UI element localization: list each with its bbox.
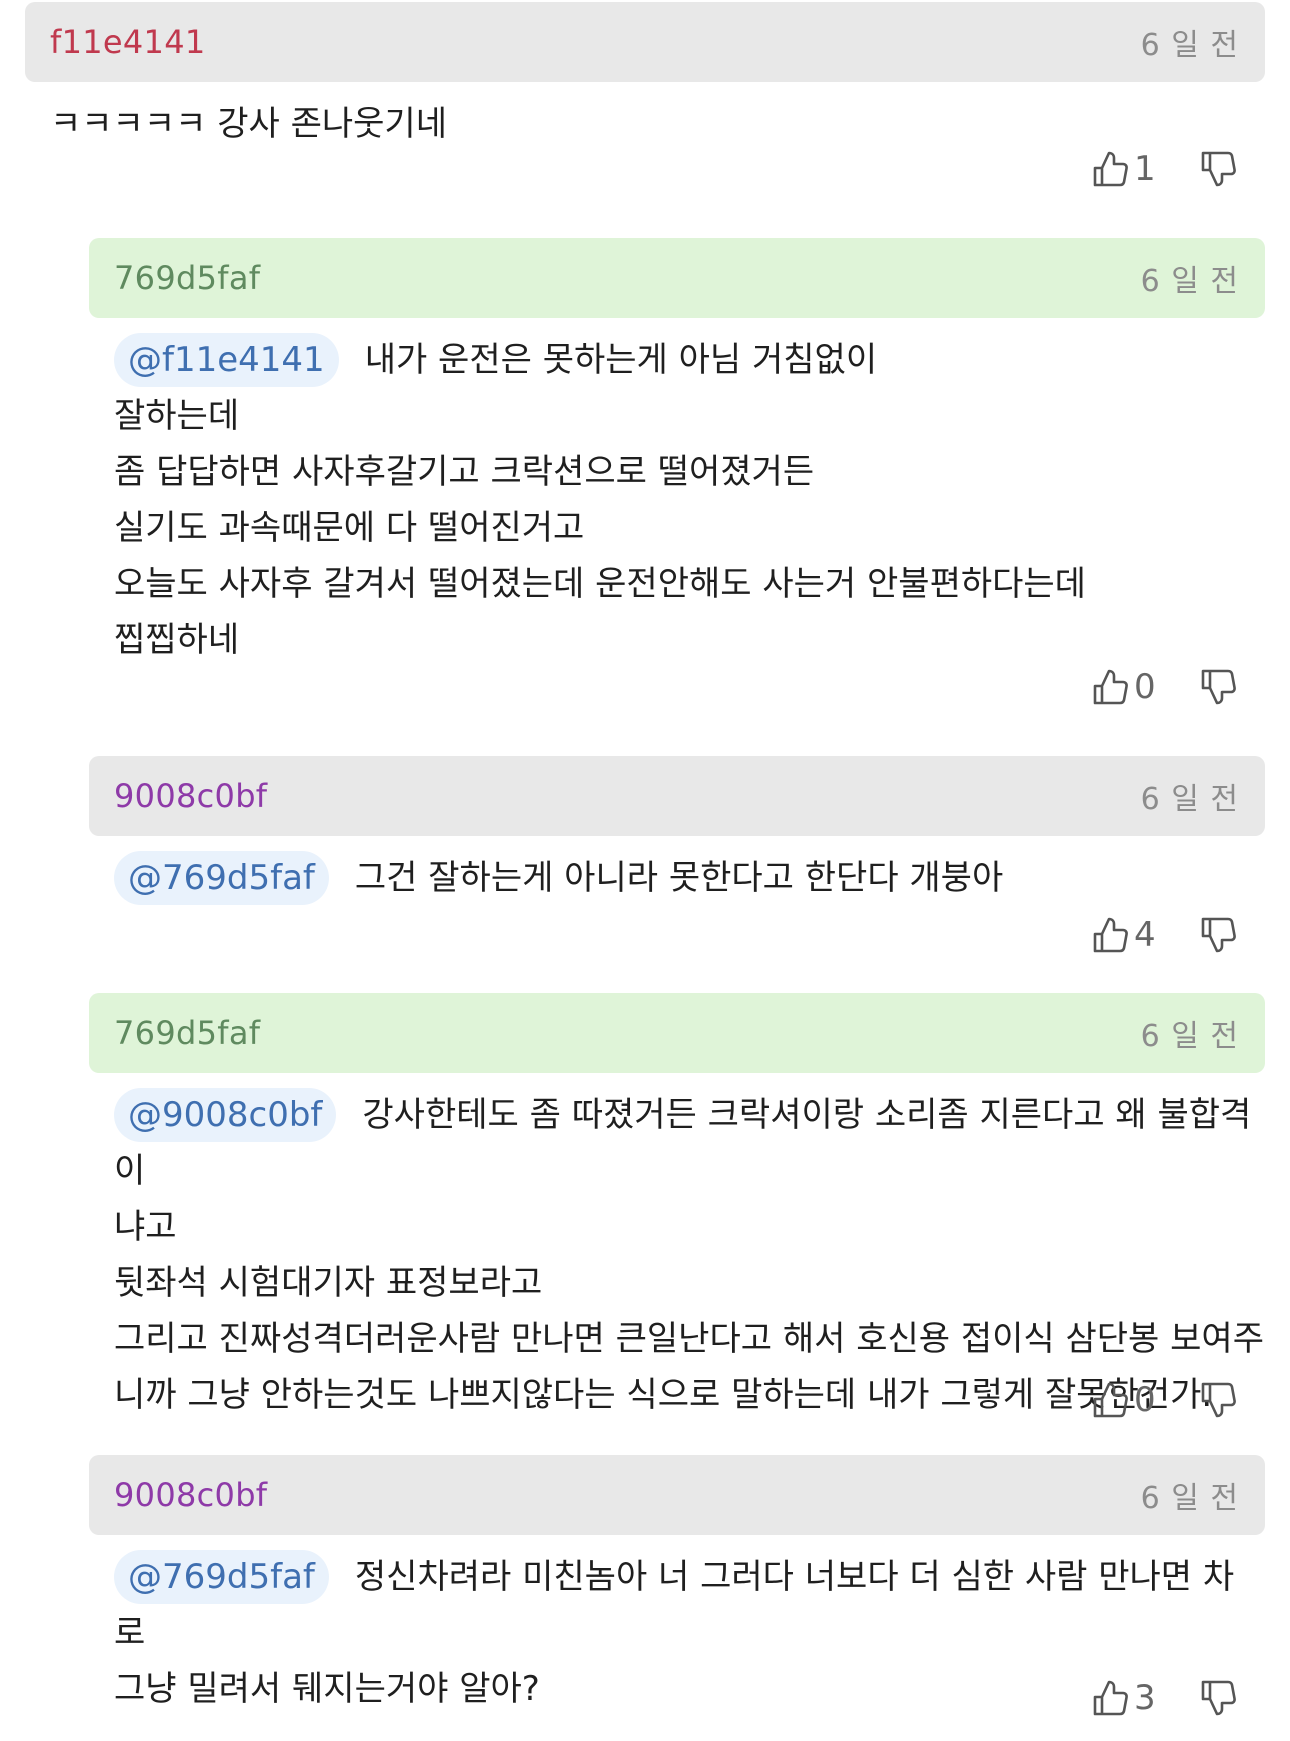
thumbs-down-icon[interactable] <box>1198 915 1238 955</box>
like-count: 0 <box>1134 667 1156 707</box>
reply-comment: 769d5faf 6 일 전 @f11e4141 내가 운전은 못하는게 아님 거… <box>89 238 1265 728</box>
timestamp: 6 일 전 <box>1140 1481 1239 1516</box>
comment-header: 9008c0bf 6 일 전 <box>89 756 1265 836</box>
timestamp: 6 일 전 <box>1140 1019 1239 1054</box>
comment-line: ㅋㅋㅋㅋㅋ 강사 존나웃기네 <box>50 104 447 144</box>
timestamp: 6 일 전 <box>1140 782 1239 817</box>
mention-tag[interactable]: @f11e4141 <box>114 333 339 387</box>
vote-bar: 0 <box>1090 1375 1238 1425</box>
comment-line: 좀 답답하면 사자후갈기고 크락션으로 떨어졌거든 <box>114 452 815 492</box>
thumbs-down-icon[interactable] <box>1198 1678 1238 1718</box>
comment-line: 실기도 과속때문에 다 떨어진거고 <box>114 508 585 548</box>
vote-bar: 3 <box>1090 1673 1238 1723</box>
comment-line: 냐고 <box>114 1207 177 1247</box>
vote-bar: 0 <box>1090 662 1238 712</box>
comment-body: @769d5faf 그건 잘하는게 아니라 못한다고 한단다 개붕아 <box>114 850 1265 906</box>
comment-thread: f11e4141 6 일 전 ㅋㅋㅋㅋㅋ 강사 존나웃기네 1 769d5faf… <box>0 0 1290 1741</box>
comment-line: @9008c0bf 강사한테도 좀 따졌거든 크락셔이랑 소리좀 지른다고 왜 불… <box>114 1087 1265 1199</box>
mention-tag[interactable]: @769d5faf <box>114 851 329 905</box>
like-count: 0 <box>1134 1380 1156 1420</box>
mention-tag[interactable]: @9008c0bf <box>114 1088 337 1142</box>
username[interactable]: 9008c0bf <box>114 777 267 815</box>
mention-tag[interactable]: @769d5faf <box>114 1550 329 1604</box>
timestamp: 6 일 전 <box>1140 28 1239 63</box>
vote-bar: 4 <box>1090 910 1238 960</box>
thumbs-down-icon[interactable] <box>1198 1380 1238 1420</box>
comment-line: @769d5faf 그건 잘하는게 아니라 못한다고 한단다 개붕아 <box>114 850 1265 906</box>
comment-text: 내가 운전은 못하는게 아님 거침없이 <box>364 340 878 380</box>
comment-line: 오늘도 사자후 갈겨서 떨어졌는데 운전안해도 사는거 안불편하다는데 <box>114 564 1086 604</box>
comment-line: 잘하는데 <box>114 396 240 436</box>
comment-header: 769d5faf 6 일 전 <box>89 993 1265 1073</box>
reply-comment: 769d5faf 6 일 전 @9008c0bf 강사한테도 좀 따졌거든 크락셔… <box>89 993 1265 1433</box>
like-count: 1 <box>1134 149 1156 189</box>
like-count: 4 <box>1134 915 1156 955</box>
timestamp: 6 일 전 <box>1140 264 1239 299</box>
username[interactable]: 769d5faf <box>114 1014 260 1052</box>
comment-header: 9008c0bf 6 일 전 <box>89 1455 1265 1535</box>
thumbs-up-icon[interactable] <box>1090 667 1130 707</box>
thumbs-down-icon[interactable] <box>1198 667 1238 707</box>
username[interactable]: 769d5faf <box>114 259 260 297</box>
comment-line: @f11e4141 내가 운전은 못하는게 아님 거침없이 <box>114 332 1265 388</box>
comment: f11e4141 6 일 전 ㅋㅋㅋㅋㅋ 강사 존나웃기네 1 <box>25 2 1265 212</box>
comment-body: ㅋㅋㅋㅋㅋ 강사 존나웃기네 <box>50 96 1265 152</box>
comment-text: 그건 잘하는게 아니라 못한다고 한단다 개붕아 <box>354 858 1004 898</box>
comment-line: 뒷좌석 시험대기자 표정보라고 <box>114 1263 543 1303</box>
reply-comment: 9008c0bf 6 일 전 @769d5faf 정신차려라 미친놈아 너 그러다… <box>89 1455 1265 1735</box>
thumbs-down-icon[interactable] <box>1198 149 1238 189</box>
like-count: 3 <box>1134 1678 1156 1718</box>
comment-line: @769d5faf 정신차려라 미친놈아 너 그러다 너보다 더 심한 사람 만나… <box>114 1549 1265 1661</box>
comment-body: @f11e4141 내가 운전은 못하는게 아님 거침없이 잘하는데 좀 답답하면… <box>114 332 1265 668</box>
thumbs-up-icon[interactable] <box>1090 1678 1130 1718</box>
vote-bar: 1 <box>1090 144 1238 194</box>
comment-header: 769d5faf 6 일 전 <box>89 238 1265 318</box>
thumbs-up-icon[interactable] <box>1090 915 1130 955</box>
reply-comment: 9008c0bf 6 일 전 @769d5faf 그건 잘하는게 아니라 못한다고… <box>89 756 1265 966</box>
comment-body: @9008c0bf 강사한테도 좀 따졌거든 크락셔이랑 소리좀 지른다고 왜 불… <box>114 1087 1265 1423</box>
username[interactable]: 9008c0bf <box>114 1476 267 1514</box>
comment-header: f11e4141 6 일 전 <box>25 2 1265 82</box>
thumbs-up-icon[interactable] <box>1090 149 1130 189</box>
comment-line: 찝찝하네 <box>114 620 240 660</box>
username[interactable]: f11e4141 <box>50 23 206 61</box>
thumbs-up-icon[interactable] <box>1090 1380 1130 1420</box>
comment-line: 그리고 진짜성격더러운사람 만나면 큰일난다고 해서 호신용 접이식 삼단봉 보… <box>114 1319 1264 1359</box>
